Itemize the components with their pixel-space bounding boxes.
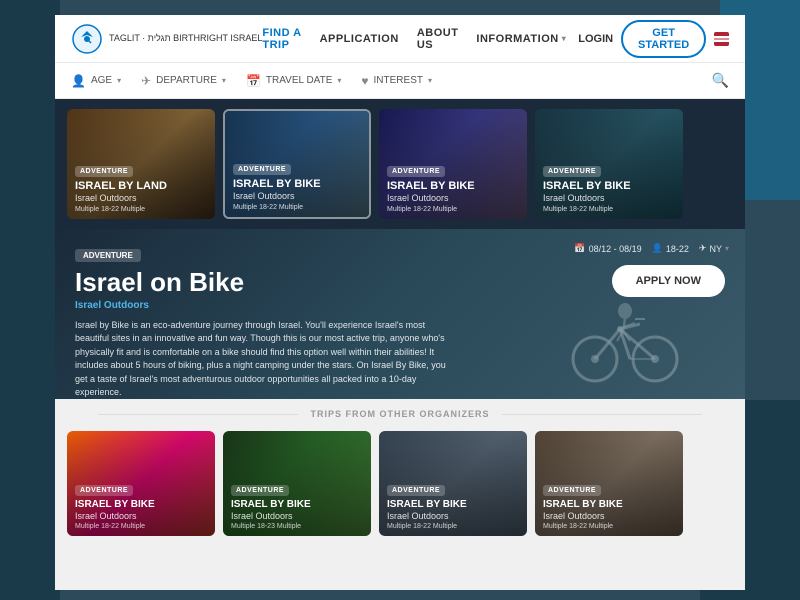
card2-title: ISRAEL BY BIKE	[233, 178, 361, 191]
bc1-meta: Multiple 18-22 Multiple	[75, 523, 207, 530]
navbar-actions: LOGIN GET STARTED	[578, 20, 729, 58]
card4-title: ISRAEL BY BIKE	[543, 180, 675, 193]
bc2-meta: Multiple 18-23 Multiple	[231, 523, 363, 530]
heart-icon: ♥	[361, 74, 368, 88]
trip-card-1[interactable]: ADVENTURE ISRAEL BY LAND Israel Outdoors…	[67, 109, 215, 219]
card4-meta: Multiple 18-22 Multiple	[543, 206, 675, 213]
navbar: TAGLIT · תגלית BIRTHRIGHT ISRAEL FIND A …	[55, 15, 745, 63]
filter-age[interactable]: 👤 AGE ▾	[71, 74, 121, 88]
card1-title: ISRAEL BY LAND	[75, 180, 207, 193]
section-divider: TRIPS FROM OTHER ORGANIZERS	[55, 399, 745, 425]
bc4-badge: ADVENTURE	[543, 485, 601, 496]
bottom-card-4[interactable]: ADVENTURE ISRAEL BY BIKE Israel Outdoors…	[535, 431, 683, 536]
calendar-icon: 📅	[246, 74, 261, 88]
chevron-down-icon: ▾	[222, 76, 226, 85]
card2-badge: ADVENTURE	[233, 164, 291, 175]
featured-organizer: Israel Outdoors	[75, 300, 612, 311]
featured-badge: ADVENTURE	[75, 249, 141, 262]
featured-section: 📅 08/12 - 08/19 👤 18-22 ✈ NY ▾ ADVENTURE…	[55, 229, 745, 399]
nav-information[interactable]: INFORMATION ▾	[476, 33, 566, 45]
filter-travel-date[interactable]: 📅 TRAVEL DATE ▾	[246, 74, 341, 88]
divider-line-container: TRIPS FROM OTHER ORGANIZERS	[55, 409, 745, 419]
bc4-title: ISRAEL BY BIKE	[543, 499, 675, 511]
card4-subtitle: Israel Outdoors	[543, 193, 675, 203]
logo[interactable]: TAGLIT · תגלית BIRTHRIGHT ISRAEL	[71, 23, 262, 55]
card3-content: ADVENTURE ISRAEL BY BIKE Israel Outdoors…	[379, 154, 527, 219]
featured-title: Israel on Bike	[75, 268, 612, 297]
bc2-title: ISRAEL BY BIKE	[231, 499, 363, 511]
bg-left	[0, 0, 60, 600]
filter-interest[interactable]: ♥ INTEREST ▾	[361, 74, 432, 88]
filters-bar: 👤 AGE ▾ ✈ DEPARTURE ▾ 📅 TRAVEL DATE ▾ ♥ …	[55, 63, 745, 99]
bottom-card-3[interactable]: ADVENTURE ISRAEL BY BIKE Israel Outdoors…	[379, 431, 527, 536]
featured-right: APPLY NOW	[612, 245, 725, 297]
card1-badge: ADVENTURE	[75, 166, 133, 177]
logo-text: TAGLIT · תגלית BIRTHRIGHT ISRAEL	[109, 33, 262, 44]
plane-icon: ✈	[141, 74, 151, 88]
filter-travel-date-label: TRAVEL DATE	[266, 75, 333, 86]
filter-age-label: AGE	[91, 75, 112, 86]
bc4-meta: Multiple 18-22 Multiple	[543, 523, 675, 530]
card3-title: ISRAEL BY BIKE	[387, 180, 519, 193]
featured-description: Israel by Bike is an eco-adventure journ…	[75, 319, 455, 399]
bc3-content: ADVENTURE ISRAEL BY BIKE Israel Outdoors…	[379, 473, 527, 536]
bc4-content: ADVENTURE ISRAEL BY BIKE Israel Outdoors…	[535, 473, 683, 536]
bc1-badge: ADVENTURE	[75, 485, 133, 496]
bc3-subtitle: Israel Outdoors	[387, 511, 519, 521]
bc1-title: ISRAEL BY BIKE	[75, 499, 207, 511]
nav-about-us[interactable]: ABOUT US	[417, 27, 459, 51]
featured-content: ADVENTURE Israel on Bike Israel Outdoors…	[55, 229, 745, 399]
filter-departure-label: DEPARTURE	[156, 75, 217, 86]
bc2-badge: ADVENTURE	[231, 485, 289, 496]
main-container: TAGLIT · תגלית BIRTHRIGHT ISRAEL FIND A …	[55, 15, 745, 590]
logo-icon	[71, 23, 103, 55]
search-icon[interactable]: 🔍	[712, 72, 729, 89]
chevron-down-icon: ▾	[428, 76, 432, 85]
trips-from-others-label: TRIPS FROM OTHER ORGANIZERS	[310, 409, 489, 419]
trip-card-2[interactable]: ADVENTURE ISRAEL BY BIKE Israel Outdoors…	[223, 109, 371, 219]
bottom-card-1[interactable]: ADVENTURE ISRAEL BY BIKE Israel Outdoors…	[67, 431, 215, 536]
card2-meta: Multiple 18-22 Multiple	[233, 204, 361, 211]
card2-subtitle: Israel Outdoors	[233, 191, 361, 201]
card3-meta: Multiple 18-22 Multiple	[387, 206, 519, 213]
card1-content: ADVENTURE ISRAEL BY LAND Israel Outdoors…	[67, 154, 215, 219]
trip-card-4[interactable]: ADVENTURE ISRAEL BY BIKE Israel Outdoors…	[535, 109, 683, 219]
flag-icon[interactable]	[714, 32, 729, 46]
trip-card-3[interactable]: ADVENTURE ISRAEL BY BIKE Israel Outdoors…	[379, 109, 527, 219]
bottom-card-2[interactable]: ADVENTURE ISRAEL BY BIKE Israel Outdoors…	[223, 431, 371, 536]
bc2-content: ADVENTURE ISRAEL BY BIKE Israel Outdoors…	[223, 473, 371, 536]
nav-application[interactable]: APPLICATION	[320, 33, 399, 45]
login-button[interactable]: LOGIN	[578, 33, 613, 45]
card3-badge: ADVENTURE	[387, 166, 445, 177]
bc1-subtitle: Israel Outdoors	[75, 511, 207, 521]
filter-interest-label: INTEREST	[374, 75, 423, 86]
chevron-down-icon: ▾	[562, 34, 567, 43]
card4-badge: ADVENTURE	[543, 166, 601, 177]
bc3-title: ISRAEL BY BIKE	[387, 499, 519, 511]
card4-content: ADVENTURE ISRAEL BY BIKE Israel Outdoors…	[535, 154, 683, 219]
chevron-down-icon: ▾	[337, 76, 341, 85]
trip-cards-strip: ADVENTURE ISRAEL BY LAND Israel Outdoors…	[55, 99, 745, 229]
main-nav: FIND A TRIP APPLICATION ABOUT US INFORMA…	[262, 27, 566, 51]
featured-text: ADVENTURE Israel on Bike Israel Outdoors…	[75, 245, 612, 399]
apply-now-button[interactable]: APPLY NOW	[612, 265, 725, 297]
bottom-cards: ADVENTURE ISRAEL BY BIKE Israel Outdoors…	[55, 425, 745, 546]
bc2-subtitle: Israel Outdoors	[231, 511, 363, 521]
bc3-badge: ADVENTURE	[387, 485, 445, 496]
chevron-down-icon: ▾	[117, 76, 121, 85]
divider-line-left	[98, 414, 298, 415]
bc3-meta: Multiple 18-22 Multiple	[387, 523, 519, 530]
card1-subtitle: Israel Outdoors	[75, 193, 207, 203]
get-started-button[interactable]: GET STARTED	[621, 20, 706, 58]
filter-departure[interactable]: ✈ DEPARTURE ▾	[141, 74, 226, 88]
bc1-content: ADVENTURE ISRAEL BY BIKE Israel Outdoors…	[67, 473, 215, 536]
nav-find-a-trip[interactable]: FIND A TRIP	[262, 27, 301, 51]
bc4-subtitle: Israel Outdoors	[543, 511, 675, 521]
card3-subtitle: Israel Outdoors	[387, 193, 519, 203]
card1-meta: Multiple 18-22 Multiple	[75, 206, 207, 213]
card2-content: ADVENTURE ISRAEL BY BIKE Israel Outdoors…	[225, 152, 369, 217]
person-icon: 👤	[71, 74, 86, 88]
divider-line-right	[502, 414, 702, 415]
